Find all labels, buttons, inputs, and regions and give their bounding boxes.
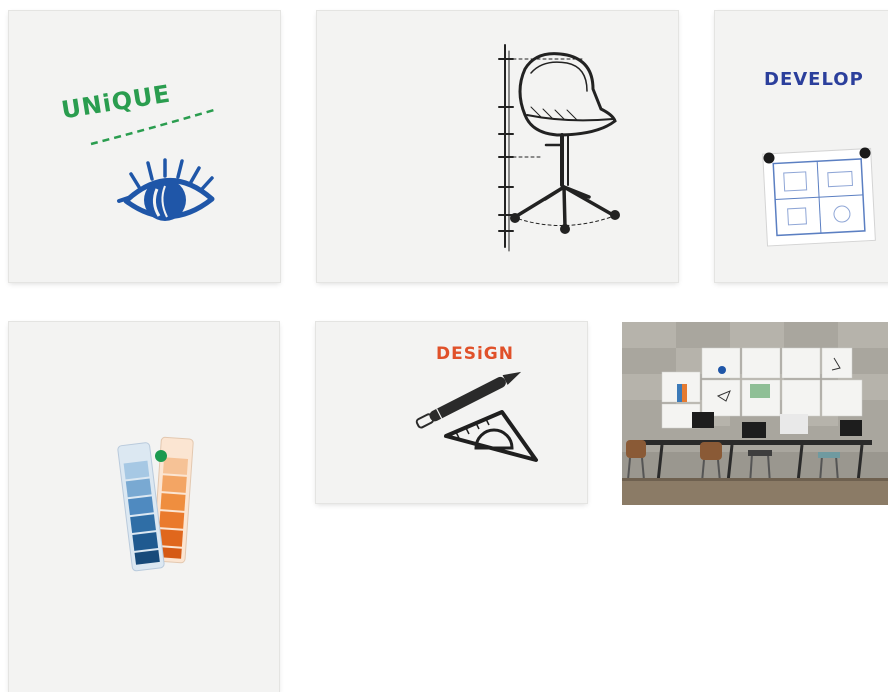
tile-unique[interactable]: UNiQUE <box>9 11 280 282</box>
blueprint-icon <box>762 147 876 247</box>
pen-and-protractor-icon <box>415 371 538 462</box>
tile-colors[interactable] <box>9 322 279 692</box>
color-swatch-icon <box>117 436 194 572</box>
tile-chair[interactable] <box>317 11 678 282</box>
eye-icon <box>90 108 215 221</box>
office-photo[interactable] <box>622 322 888 505</box>
chair-sketch-icon <box>498 44 620 252</box>
tile-design[interactable]: DESiGN <box>316 322 587 503</box>
tile-develop[interactable]: DEVELOP <box>715 11 888 282</box>
